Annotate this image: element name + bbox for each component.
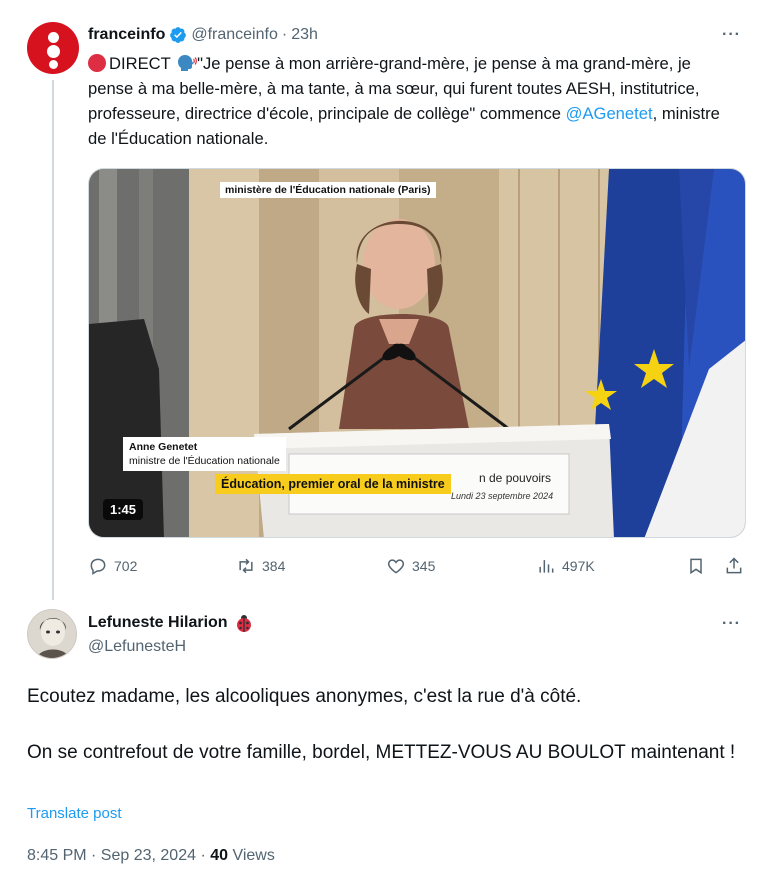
reply-tweet-text: Ecoutez madame, les alcooliques anonymes…: [27, 683, 742, 767]
reply-more-options-icon[interactable]: ···: [722, 615, 741, 633]
news-banner: Éducation, premier oral de la ministre: [215, 474, 451, 494]
red-circle-icon: [88, 54, 106, 72]
repost-icon: [239, 558, 253, 574]
share-button[interactable]: [724, 556, 750, 576]
avatar-image: [28, 610, 76, 658]
bookmark-icon: [690, 558, 702, 575]
header-separator: ·: [281, 26, 288, 43]
speaker-name: Anne Genetet: [129, 441, 198, 453]
tweet-actions: 702 384 345 497K: [88, 556, 748, 580]
reply-metadata: 8:45 PM · Sep 23, 2024 · 40 Views: [27, 847, 275, 865]
bookmark-button[interactable]: [686, 556, 712, 576]
parent-tweet-text: DIRECT "Je pense à mon arrière-grand-mèr…: [88, 51, 738, 151]
speaker-name-tag: Anne Genetet ministre de l'Éducation nat…: [123, 437, 286, 471]
video-duration: 1:45: [103, 499, 144, 520]
parent-tweet-header: franceinfo @franceinfo · 23h: [88, 24, 318, 46]
video-player[interactable]: ministère de l'Éducation nationale (Pari…: [88, 168, 746, 538]
ladybug-icon: [236, 615, 251, 632]
lefuneste-avatar[interactable]: [27, 609, 77, 659]
reply-author-name-row: Lefuneste Hilarion: [88, 613, 254, 633]
podium-date: Lundi 23 septembre 2024: [451, 491, 554, 501]
translate-post-link[interactable]: Translate post: [27, 805, 122, 822]
author-handle[interactable]: @franceinfo: [191, 26, 278, 44]
speaker-title: ministre de l'Éducation nationale: [129, 455, 280, 467]
views-button[interactable]: 497K: [536, 556, 595, 576]
podium-text: n de pouvoirs: [479, 471, 552, 485]
reply-timestamp[interactable]: 8:45 PM · Sep 23, 2024 ·: [27, 847, 210, 864]
reply-button[interactable]: 702: [88, 556, 137, 576]
like-count: 345: [412, 558, 436, 574]
bar-chart-icon: [539, 560, 554, 573]
reply-paragraph-1: Ecoutez madame, les alcooliques anonymes…: [27, 686, 582, 707]
share-icon: [726, 557, 742, 574]
reply-author-name[interactable]: Lefuneste Hilarion: [88, 614, 228, 632]
repost-count: 384: [262, 558, 286, 574]
reply-author-handle[interactable]: @LefunesteH: [88, 638, 186, 656]
location-tag: ministère de l'Éducation nationale (Pari…: [220, 182, 436, 198]
reply-views-label: Views: [228, 847, 275, 864]
reply-views-count: 40: [210, 847, 229, 864]
repost-button[interactable]: 384: [236, 556, 285, 576]
reply-icon: [90, 558, 106, 575]
like-button[interactable]: 345: [386, 556, 435, 576]
speaking-head-icon: [178, 55, 198, 71]
live-label: DIRECT: [109, 54, 171, 73]
reply-count: 702: [114, 558, 138, 574]
franceinfo-avatar[interactable]: [27, 22, 79, 74]
thread-connector-line: [52, 80, 54, 600]
more-options-icon[interactable]: ···: [722, 26, 741, 44]
verified-badge-icon: [170, 27, 187, 43]
tweet-time[interactable]: 23h: [291, 26, 318, 44]
author-name[interactable]: franceinfo: [88, 26, 165, 44]
reply-paragraph-2: On se contrefout de votre famille, borde…: [27, 742, 736, 763]
heart-icon: [387, 559, 405, 574]
mention-link[interactable]: @AGenetet: [566, 104, 653, 123]
views-count: 497K: [562, 558, 595, 574]
